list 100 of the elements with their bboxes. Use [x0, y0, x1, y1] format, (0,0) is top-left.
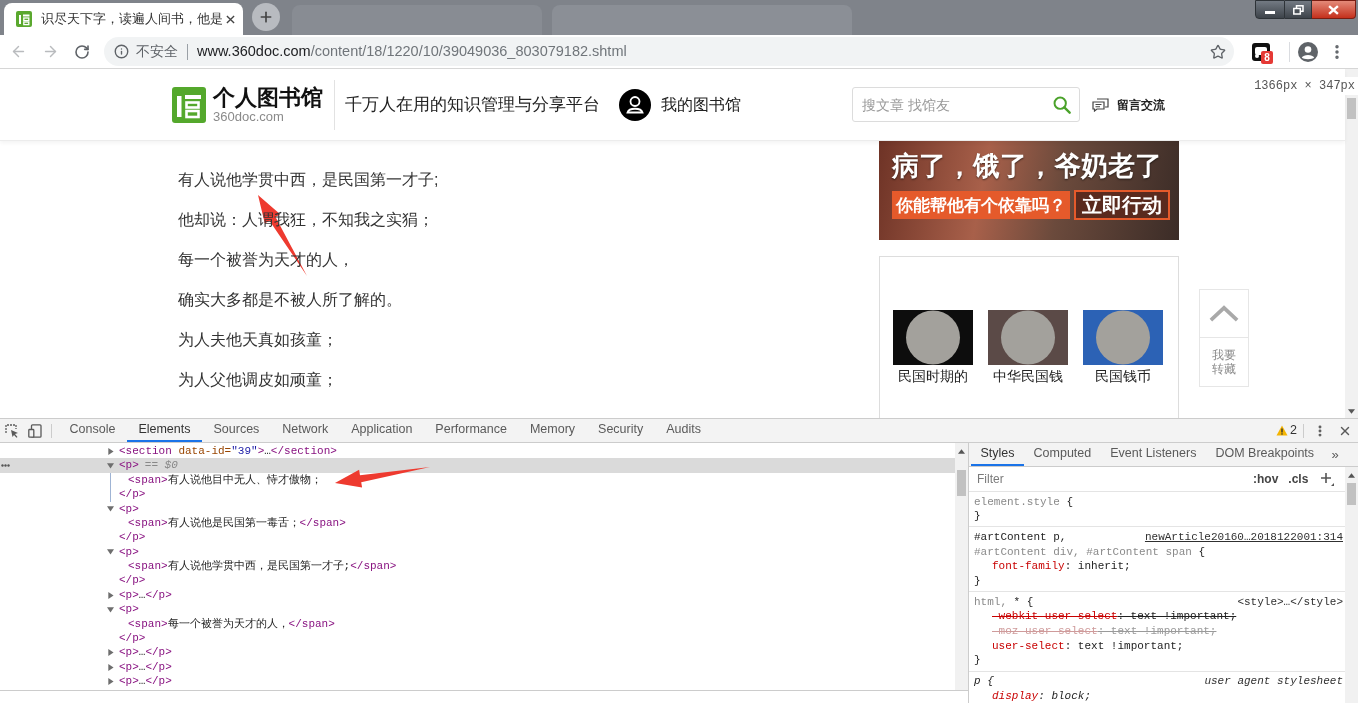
toggle-button[interactable]: :hov — [1253, 470, 1279, 488]
coin-photo-placeholder[interactable] — [988, 310, 1068, 365]
caret-icon[interactable] — [107, 505, 114, 513]
devtools-tab[interactable]: Network — [270, 419, 340, 442]
devtools-tab[interactable]: Performance — [423, 419, 519, 442]
address-bar[interactable]: 不安全 www.360doc.com/content/18/1220/10/39049036_803079182.shtml — [104, 37, 1234, 66]
caret-icon[interactable] — [107, 548, 114, 556]
close-icon[interactable] — [226, 14, 235, 24]
dom-tree-row[interactable]: </p> — [0, 530, 955, 545]
minimize-button[interactable] — [1255, 0, 1285, 19]
more-icon[interactable] — [1, 464, 10, 468]
dom-tree-row[interactable]: <p> — [0, 501, 955, 516]
profile-icon[interactable] — [1298, 41, 1318, 62]
related-caption[interactable]: 民国时期的 — [898, 366, 968, 387]
ad-action-button[interactable]: 立即行动 — [1074, 190, 1170, 220]
message-link[interactable]: 留言交流 — [1117, 95, 1165, 114]
caret-icon[interactable] — [107, 447, 114, 455]
caret-icon[interactable] — [107, 591, 114, 599]
closing-brace: } — [974, 509, 981, 525]
ad-subline: 你能帮他有个依靠吗？ — [892, 191, 1070, 219]
css-declaration[interactable]: -webkit-user-select: text !important; — [992, 608, 1237, 625]
devtools-tab[interactable]: Security — [586, 419, 655, 442]
browser-tab[interactable]: 识尽天下字，读遍人间书，他是 — [4, 3, 243, 35]
close-window-button[interactable] — [1312, 0, 1356, 19]
new-tab-button[interactable] — [252, 3, 280, 31]
coin-photo-placeholder[interactable] — [893, 310, 973, 365]
inspect-icon[interactable] — [5, 423, 19, 438]
dom-tree-row[interactable]: <span>每一个被誉为天才的人，</span> — [0, 616, 955, 632]
chevron-up-icon — [1209, 305, 1239, 322]
dom-tree-row[interactable]: <span>有人说他是民国第一毒舌；</span> — [0, 515, 955, 531]
reload-icon[interactable] — [74, 43, 90, 60]
caret-icon[interactable] — [107, 462, 114, 470]
css-selector: #artContent div, #artContent span { — [974, 544, 1206, 560]
devtools-tab[interactable]: Memory — [518, 419, 587, 442]
extension-icon[interactable] — [1252, 42, 1270, 61]
info-icon[interactable] — [114, 44, 129, 59]
article-line: 有人说他学贯中西，是民国第一才子; — [178, 170, 439, 190]
bookmark-star-icon[interactable] — [1210, 43, 1226, 60]
css-declaration[interactable]: user-select: text !important; — [992, 637, 1184, 655]
dom-tree-row[interactable]: <p>…</p> — [0, 587, 955, 603]
save-to-library-button[interactable]: 我要转藏 — [1199, 289, 1249, 387]
related-caption[interactable]: 民国钱币 — [1095, 366, 1151, 387]
devtools-tab[interactable]: Sources — [202, 419, 271, 442]
dom-tree-row[interactable]: <p>…</p> — [0, 674, 955, 689]
user-icon[interactable] — [619, 88, 651, 121]
dom-tree-row[interactable]: <span>有人说他学贯中西，是民国第一才子;</span> — [0, 559, 955, 574]
scroll-up-icon[interactable] — [958, 449, 965, 454]
css-declaration[interactable]: font-family: inherit; — [992, 558, 1131, 575]
ad-banner[interactable]: 病了，饿了，爷奶老了 你能帮他有个依靠吗？ 立即行动 — [879, 141, 1179, 240]
dom-tree-row[interactable]: <p> — [0, 602, 955, 617]
plus-icon — [258, 9, 274, 25]
article-line: 为人夫他天真如孩童； — [178, 330, 338, 350]
logo-icon[interactable] — [172, 86, 206, 123]
device-icon[interactable] — [28, 423, 42, 438]
related-caption[interactable]: 中华民国钱 — [993, 366, 1063, 387]
warning-icon[interactable] — [1276, 425, 1289, 436]
styles-tab[interactable]: Computed — [1024, 443, 1101, 466]
styles-tab[interactable]: DOM Breakpoints — [1205, 443, 1324, 466]
dom-tree-row[interactable]: <section data-id="39">…</section> — [0, 444, 955, 459]
scrollbar-thumb[interactable] — [1347, 483, 1356, 505]
minimize-icon — [1265, 10, 1275, 14]
dom-tree-row[interactable]: <p> == $0 — [0, 458, 955, 473]
css-declaration[interactable]: display: block; — [992, 687, 1092, 703]
logo-title[interactable]: 个人图书馆 — [213, 85, 323, 110]
caret-icon[interactable] — [107, 663, 114, 671]
logo-domain: 360doc.com — [213, 109, 285, 124]
dom-tree-row[interactable]: <p>…</p> — [0, 659, 955, 675]
dom-tree-row[interactable]: </p> — [0, 487, 955, 502]
warning-count[interactable]: 2 — [1290, 421, 1297, 440]
url-text[interactable]: www.360doc.com/content/18/1220/10/39049036_803079182.shtml — [197, 40, 627, 63]
styles-tab[interactable]: Event Listeners — [1100, 443, 1206, 466]
scroll-up-icon[interactable] — [1348, 473, 1355, 478]
devtools-tab[interactable]: Elements — [126, 419, 202, 442]
scrollbar-thumb[interactable] — [957, 470, 966, 496]
dom-tree-row[interactable]: </p> — [0, 631, 955, 646]
my-library-link[interactable]: 我的图书馆 — [661, 92, 741, 117]
comment-icon[interactable] — [1092, 97, 1109, 112]
dom-tree-row[interactable]: <span>有人说他目中无人、恃才傲物； — [0, 472, 955, 488]
plus-icon[interactable] — [1320, 472, 1335, 486]
devtools-tab[interactable]: Console — [58, 419, 127, 442]
caret-icon[interactable] — [107, 677, 114, 685]
caret-icon[interactable] — [107, 649, 114, 657]
toggle-button[interactable]: .cls — [1288, 470, 1309, 488]
caret-icon[interactable] — [107, 606, 114, 613]
dom-tree-row[interactable]: <p> — [0, 544, 955, 560]
devtools-tab[interactable]: Application — [339, 419, 424, 442]
dom-tree-row[interactable]: <p>…</p> — [0, 645, 955, 660]
dom-tree-row[interactable]: </p> — [0, 573, 955, 588]
devtools-tab[interactable]: Audits — [654, 419, 713, 442]
restore-button[interactable] — [1285, 0, 1312, 19]
source-label: <style>…</style> — [1237, 594, 1343, 610]
search-icon[interactable] — [1053, 95, 1071, 114]
search-field[interactable]: 搜文章 找馆友 — [852, 87, 1080, 122]
css-selector: p { — [974, 674, 994, 690]
styles-tab[interactable]: Styles — [971, 443, 1025, 466]
scrollbar-thumb[interactable] — [1347, 98, 1356, 119]
scroll-down-icon[interactable] — [1348, 409, 1355, 414]
source-link[interactable]: newArticle20160…2018122001:314 — [1144, 528, 1343, 546]
site-slogan: 千万人在用的知识管理与分享平台 — [345, 93, 600, 116]
more-tabs-button[interactable]: » — [1331, 443, 1339, 466]
